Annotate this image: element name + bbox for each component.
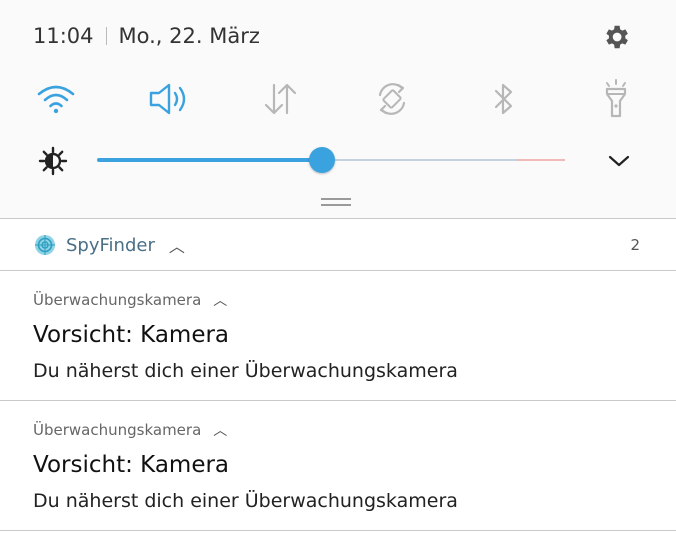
notification-title: Vorsicht: Kamera	[33, 452, 230, 478]
divider	[0, 270, 676, 271]
bluetooth-icon	[494, 83, 513, 115]
handle-line	[321, 198, 351, 200]
gear-icon	[606, 25, 628, 49]
bluetooth-toggle[interactable]	[480, 76, 528, 122]
status-separator	[105, 27, 107, 45]
auto-rotate-icon	[378, 83, 406, 115]
notification-item[interactable]: Überwachungskamera ︿ Vorsicht: Kamera Du…	[0, 402, 676, 530]
flashlight-icon	[605, 79, 627, 118]
brightness-thumb[interactable]	[309, 147, 335, 173]
mobile-data-toggle[interactable]	[256, 76, 304, 122]
status-row: 11:04 Mo., 22. März	[33, 24, 260, 48]
brightness-track-high	[517, 159, 565, 161]
notification-subtitle: Überwachungskamera	[33, 291, 202, 309]
notification-item[interactable]: Überwachungskamera ︿ Vorsicht: Kamera Du…	[0, 272, 676, 400]
quick-settings-panel: 11:04 Mo., 22. März	[0, 0, 676, 218]
chevron-down-icon	[608, 155, 630, 167]
brightness-track-active	[97, 158, 322, 162]
settings-button[interactable]	[599, 20, 633, 54]
divider	[0, 218, 676, 219]
notification-body: Du näherst dich einer Überwachungskamera	[33, 490, 458, 512]
auto-rotate-toggle[interactable]	[368, 76, 416, 122]
brightness-slider[interactable]	[97, 142, 567, 178]
handle-line	[321, 204, 351, 206]
notification-subtitle: Überwachungskamera	[33, 421, 202, 439]
sound-toggle[interactable]	[145, 76, 193, 122]
spyfinder-app-icon	[35, 235, 55, 255]
clock: 11:04	[33, 24, 94, 48]
drag-handle[interactable]	[321, 198, 351, 210]
notification-group-header[interactable]: SpyFinder ︿ 2	[0, 220, 676, 270]
notification-subtitle-row: Überwachungskamera ︿	[33, 290, 227, 310]
wifi-toggle[interactable]	[32, 76, 80, 122]
notification-title: Vorsicht: Kamera	[33, 322, 230, 348]
notification-body: Du näherst dich einer Überwachungskamera	[33, 360, 458, 382]
app-name: SpyFinder	[66, 234, 155, 256]
brightness-icon	[38, 146, 68, 176]
sound-icon	[149, 83, 186, 115]
notification-subtitle-row: Überwachungskamera ︿	[33, 420, 227, 440]
wifi-icon	[37, 85, 75, 114]
brightness-track-rest	[322, 159, 517, 161]
chevron-up-icon[interactable]: ︿	[213, 420, 227, 440]
divider	[0, 400, 676, 401]
chevron-up-icon[interactable]: ︿	[169, 233, 185, 257]
chevron-up-icon[interactable]: ︿	[213, 290, 227, 310]
expand-button[interactable]	[604, 146, 634, 176]
flashlight-toggle[interactable]	[592, 76, 640, 122]
divider	[0, 530, 676, 531]
mobile-data-icon	[264, 83, 297, 115]
notification-count: 2	[630, 236, 640, 254]
date: Mo., 22. März	[118, 24, 260, 48]
